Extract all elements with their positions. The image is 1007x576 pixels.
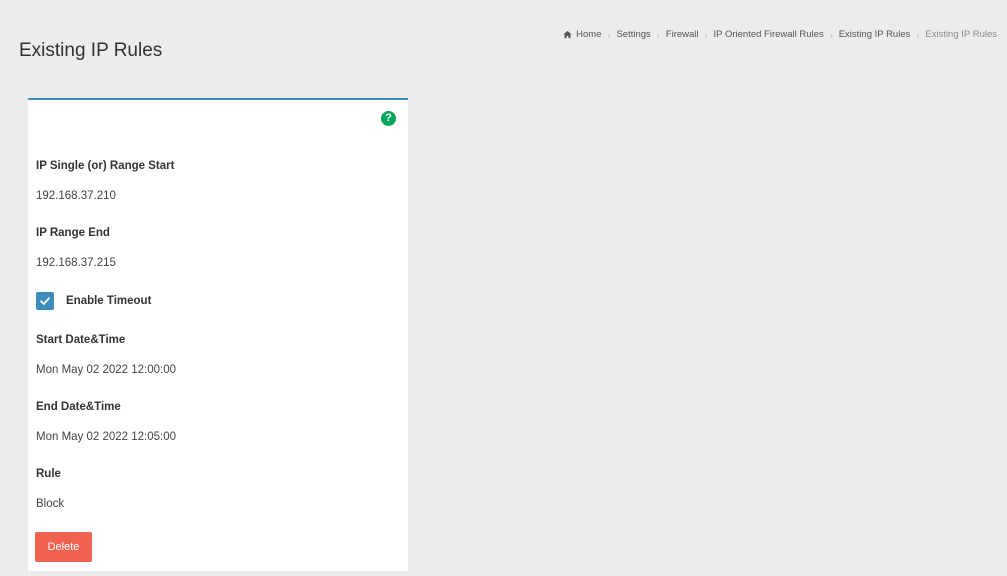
delete-button[interactable]: Delete [35, 532, 92, 562]
rule-label: Rule [36, 468, 61, 480]
enable-timeout-row: Enable Timeout [36, 292, 151, 310]
ip-start-value: 192.168.37.210 [36, 190, 116, 202]
breadcrumb-home-label: Home [576, 29, 602, 40]
help-icon[interactable]: ? [381, 111, 396, 126]
end-datetime-label: End Date&Time [36, 401, 121, 413]
breadcrumb-existing-ip-rules[interactable]: Existing IP Rules [839, 29, 911, 40]
enable-timeout-checkbox[interactable] [36, 292, 54, 310]
page: Existing IP Rules Home › Settings › Fire… [0, 0, 1007, 576]
check-icon [40, 297, 50, 305]
breadcrumb-separator: › [916, 29, 920, 40]
enable-timeout-label: Enable Timeout [66, 295, 152, 307]
ip-start-label: IP Single (or) Range Start [36, 160, 175, 172]
rule-details-card: ? IP Single (or) Range Start 192.168.37.… [28, 98, 408, 571]
breadcrumb-separator: › [704, 29, 708, 40]
breadcrumb-separator: › [607, 29, 611, 40]
ip-end-label: IP Range End [36, 227, 110, 239]
end-datetime-value: Mon May 02 2022 12:05:00 [36, 431, 177, 443]
start-datetime-label: Start Date&Time [36, 334, 126, 346]
breadcrumb-home[interactable]: Home [563, 29, 601, 40]
breadcrumb-ip-oriented-firewall-rules[interactable]: IP Oriented Firewall Rules [714, 29, 824, 40]
home-icon [563, 30, 572, 39]
breadcrumb-settings[interactable]: Settings [616, 29, 650, 40]
breadcrumb-separator: › [829, 29, 833, 40]
breadcrumb-current: Existing IP Rules [925, 29, 997, 40]
breadcrumb-firewall[interactable]: Firewall [666, 29, 699, 40]
page-title: Existing IP Rules [19, 40, 163, 61]
start-datetime-value: Mon May 02 2022 12:00:00 [36, 364, 177, 376]
breadcrumb: Home › Settings › Firewall › IP Oriented… [563, 29, 997, 40]
ip-end-value: 192.168.37.215 [36, 257, 116, 269]
rule-value: Block [36, 498, 65, 510]
breadcrumb-separator: › [656, 29, 660, 40]
